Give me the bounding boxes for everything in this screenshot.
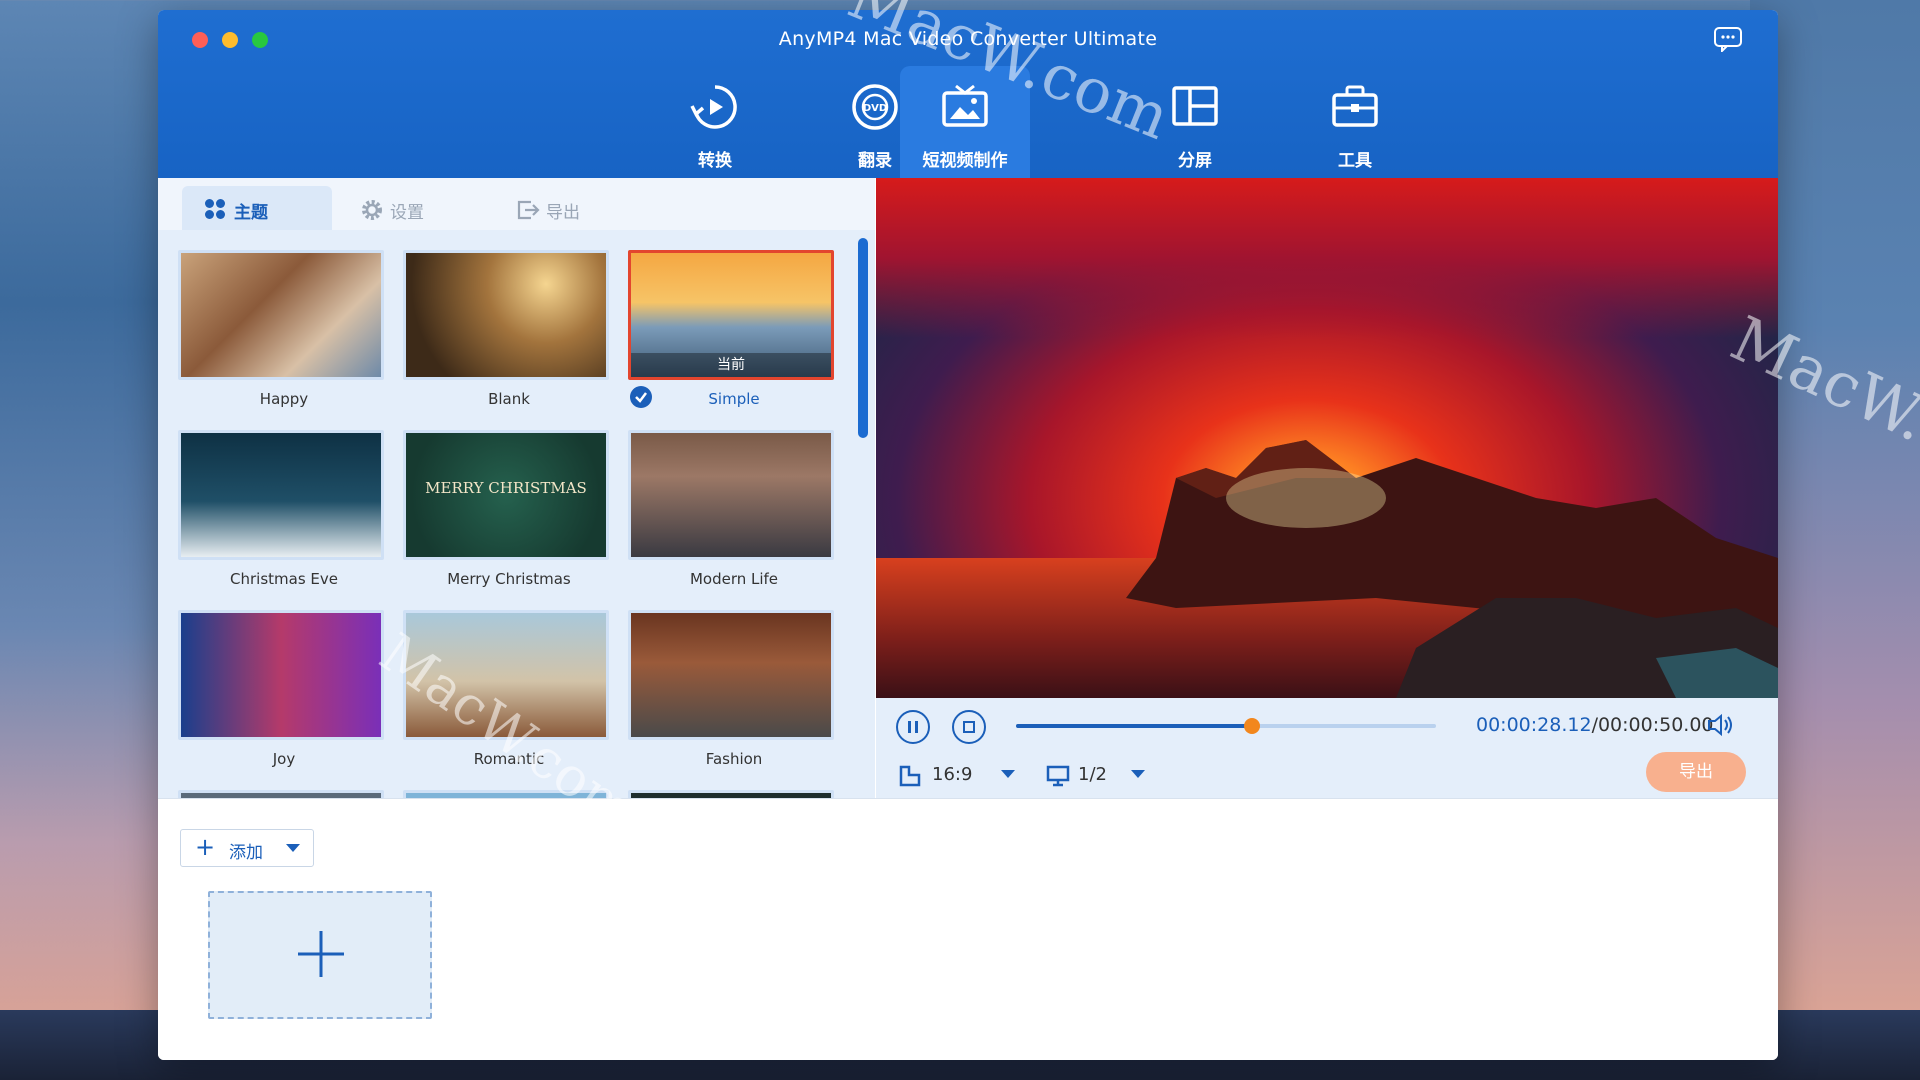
theme-card-modern-life[interactable]: Modern Life bbox=[628, 430, 834, 600]
panel-tabs: 主题 设置 导出 bbox=[158, 178, 875, 230]
add-media-dropzone[interactable] bbox=[208, 891, 432, 1019]
theme-thumbnail bbox=[178, 610, 384, 740]
app-window: AnyMP4 Mac Video Converter Ultimate 转换 D… bbox=[158, 10, 1778, 1060]
video-preview bbox=[876, 178, 1778, 698]
thumbnail-art-text: MERRY CHRISTMAS bbox=[425, 479, 587, 497]
theme-card-joy[interactable]: Joy bbox=[178, 610, 384, 780]
theme-thumbnail bbox=[403, 250, 609, 380]
add-media-label: 添加 bbox=[229, 843, 263, 863]
aspect-ratio-value: 16:9 bbox=[932, 764, 973, 785]
grid-icon bbox=[205, 199, 225, 219]
nav-toolbox[interactable]: 工具 bbox=[1290, 10, 1420, 178]
nav-label: 短视频制作 bbox=[922, 151, 1008, 171]
theme-card-merry-christmas[interactable]: MERRY CHRISTMAS Merry Christmas bbox=[403, 430, 609, 600]
theme-thumbnail bbox=[178, 430, 384, 560]
pause-icon bbox=[908, 721, 918, 733]
theme-card-happy[interactable]: Happy bbox=[178, 250, 384, 420]
chat-icon[interactable] bbox=[1713, 26, 1743, 52]
current-time: 00:00:28.12 bbox=[1476, 714, 1592, 736]
theme-card-christmas-eve[interactable]: Christmas Eve bbox=[178, 430, 384, 600]
add-media-button[interactable]: + 添加 bbox=[180, 829, 314, 867]
total-time: 00:00:50.00 bbox=[1597, 714, 1714, 736]
chevron-down-icon[interactable] bbox=[285, 842, 301, 854]
screen-value: 1/2 bbox=[1078, 764, 1107, 785]
tab-theme[interactable]: 主题 bbox=[182, 186, 332, 230]
dvd-icon: DVD bbox=[852, 84, 898, 130]
plus-icon: + bbox=[195, 833, 216, 861]
chevron-down-icon bbox=[1131, 770, 1145, 778]
theme-name: Joy bbox=[272, 750, 296, 768]
tab-settings[interactable]: 设置 bbox=[338, 186, 488, 230]
theme-thumbnail bbox=[178, 790, 384, 798]
monitor-icon bbox=[1046, 765, 1070, 787]
tab-label: 主题 bbox=[234, 203, 268, 223]
theme-card-blank[interactable]: Blank bbox=[403, 250, 609, 420]
pause-button[interactable] bbox=[896, 710, 930, 744]
export-button[interactable]: 导出 bbox=[1646, 752, 1746, 792]
theme-card-fashion[interactable]: Fashion bbox=[628, 610, 834, 780]
svg-text:DVD: DVD bbox=[863, 103, 887, 114]
aspect-ratio-icon bbox=[899, 765, 921, 787]
tab-export[interactable]: 导出 bbox=[494, 186, 644, 230]
theme-thumbnail bbox=[628, 430, 834, 560]
time-readout: 00:00:28.12/00:00:50.00 bbox=[1476, 714, 1714, 736]
theme-card-partial[interactable] bbox=[178, 790, 384, 798]
progress-knob[interactable] bbox=[1244, 718, 1261, 734]
convert-icon bbox=[690, 85, 737, 129]
nav-convert[interactable]: 转换 bbox=[650, 10, 780, 178]
stop-icon bbox=[963, 721, 975, 733]
nav-label: 转换 bbox=[698, 151, 732, 171]
preview-cliffs bbox=[1126, 440, 1778, 698]
theme-name: Blank bbox=[488, 390, 530, 408]
theme-card-partial[interactable] bbox=[628, 790, 834, 798]
chevron-down-icon bbox=[1001, 770, 1015, 778]
theme-name: Christmas Eve bbox=[230, 570, 338, 588]
export-icon bbox=[517, 200, 540, 220]
theme-name: Merry Christmas bbox=[447, 570, 571, 588]
stop-button[interactable] bbox=[952, 710, 986, 744]
theme-scrollbar[interactable] bbox=[858, 238, 868, 438]
progress-track[interactable] bbox=[1016, 718, 1436, 734]
player-controls: 00:00:28.12/00:00:50.00 16:9 1/2 导出 bbox=[876, 698, 1778, 798]
volume-icon[interactable] bbox=[1706, 712, 1736, 738]
theme-thumbnail: MERRY CHRISTMAS bbox=[403, 430, 609, 560]
theme-name: Modern Life bbox=[689, 570, 779, 588]
theme-thumbnail bbox=[628, 790, 834, 798]
theme-card-simple[interactable]: 当前 Simple bbox=[628, 250, 834, 420]
tab-label: 设置 bbox=[390, 203, 424, 223]
nav-label: 工具 bbox=[1338, 151, 1372, 171]
theme-thumbnail bbox=[628, 610, 834, 740]
theme-name: Happy bbox=[259, 390, 309, 408]
tab-label: 导出 bbox=[546, 203, 580, 223]
theme-name: Fashion bbox=[705, 750, 763, 768]
current-theme-tag: 当前 bbox=[631, 353, 831, 377]
theme-thumbnail bbox=[178, 250, 384, 380]
theme-name: Simple bbox=[708, 390, 760, 408]
gear-icon bbox=[362, 200, 382, 220]
theme-thumbnail: 当前 bbox=[628, 250, 834, 380]
media-list: + 添加 bbox=[158, 798, 1778, 1060]
mv-maker-icon bbox=[942, 84, 988, 127]
toolbox-icon bbox=[1332, 85, 1378, 127]
plus-icon bbox=[298, 931, 344, 977]
progress-fill bbox=[1016, 724, 1253, 728]
